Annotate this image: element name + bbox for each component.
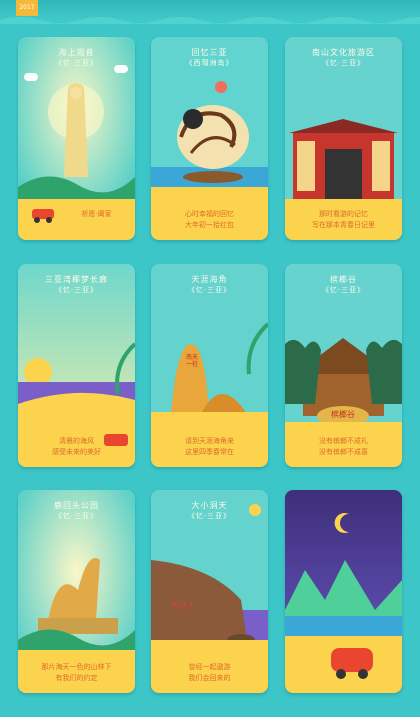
card-nanshan[interactable]: 南山文化旅游区 《忆·三亚》 那时看游的记忆 写在那本青春日记里 (285, 37, 402, 240)
card-night[interactable] (285, 490, 402, 693)
card-caption-1: 那片海天一色的山林下 (41, 663, 112, 671)
card-caption-1: 清晨的海风 (59, 437, 94, 445)
card-title: 回忆三亚 (191, 48, 228, 57)
card-caption-1: 请到天涯海角来 (185, 437, 234, 445)
card-luhuitou[interactable]: 鹿回头公园 《忆·三亚》 那片海天一色的山林下 有我们的约定 (18, 490, 135, 693)
dongtian-sign: 天涯人 (171, 601, 195, 610)
card-subtitle: 《西瑁洲岛》 (185, 59, 234, 67)
card-caption: 祈愿·阖家 (81, 210, 112, 218)
card-caption-1: 那时看游的记忆 (319, 210, 368, 218)
card-subtitle: 《忆·三亚》 (54, 286, 99, 294)
card-caption-2: 没有槟榔不成喜 (319, 448, 368, 456)
card-caption-2: 我们会回来的 (188, 674, 231, 682)
tianya-sign: 南天一柱 (186, 354, 199, 368)
card-xidao[interactable]: 回忆三亚 《西瑁洲岛》 心时幸福的回忆 大年初一拾红包 (151, 37, 268, 240)
card-subtitle: 《忆·三亚》 (321, 59, 366, 67)
card-title: 三亚湾椰梦长廊 (45, 275, 108, 284)
card-title: 天涯海角 (191, 275, 228, 284)
card-dongtian[interactable]: 天涯人 大小洞天 《忆·三亚》 曾经一起遨游 我们会回来的 (151, 490, 268, 693)
card-grid: 海上观音 《忆·三亚》 祈愿·阖家 回忆三亚 《西瑁洲岛》 心时幸福的回忆 大年… (0, 0, 420, 717)
card-tianya[interactable]: 南天一柱 天涯海角 《忆·三亚》 请到天涯海角来 这里四季春常在 (151, 264, 268, 467)
card-caption-1: 曾经一起遨游 (188, 663, 231, 671)
binglang-sign: 槟榔谷 (331, 410, 355, 419)
card-caption-2: 写在那本青春日记里 (312, 221, 375, 229)
card-subtitle: 《忆·三亚》 (54, 512, 99, 520)
card-caption-2: 大年初一拾红包 (185, 221, 234, 229)
card-title: 南山文化旅游区 (312, 48, 375, 57)
card-caption-2: 这里四季春常在 (185, 448, 234, 456)
card-sanyawan[interactable]: 三亚湾椰梦长廊 《忆·三亚》 清晨的海风 感受未来的美好 (18, 264, 135, 467)
card-subtitle: 《忆·三亚》 (54, 59, 99, 67)
card-caption-1: 心时幸福的回忆 (185, 210, 234, 218)
card-title: 鹿回头公园 (54, 501, 99, 510)
card-subtitle: 《忆·三亚》 (321, 286, 366, 294)
card-subtitle: 《忆·三亚》 (187, 512, 232, 520)
card-title: 槟榔谷 (330, 275, 357, 284)
card-caption-2: 感受未来的美好 (52, 448, 101, 456)
night-scene (285, 490, 402, 693)
card-title: 大小洞天 (191, 501, 228, 510)
card-binglang[interactable]: 槟榔谷 槟榔谷 《忆·三亚》 没有槟榔不成礼 没有槟榔不成喜 (285, 264, 402, 467)
card-title: 海上观音 (58, 48, 95, 57)
card-caption-2: 有我们的约定 (55, 674, 98, 682)
card-caption-1: 没有槟榔不成礼 (319, 437, 368, 445)
card-guanyin[interactable]: 海上观音 《忆·三亚》 祈愿·阖家 (18, 37, 135, 240)
card-subtitle: 《忆·三亚》 (187, 286, 232, 294)
